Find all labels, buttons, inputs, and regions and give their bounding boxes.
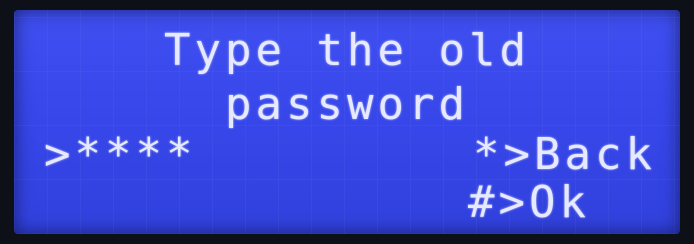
lcd-line-2: password (225, 79, 469, 130)
back-option[interactable]: *>Back (473, 128, 656, 182)
lcd-line-3: >**** *>Back (14, 128, 680, 182)
lcd-line-1: Type the old (164, 25, 530, 76)
lcd-line-4: #>Ok (14, 176, 680, 230)
ok-option[interactable]: #>Ok (468, 176, 590, 230)
lcd-display: Type the old password >**** *>Back #>Ok (14, 10, 680, 234)
device-frame: Type the old password >**** *>Back #>Ok (0, 0, 694, 244)
password-input-field[interactable]: >**** (44, 128, 196, 182)
